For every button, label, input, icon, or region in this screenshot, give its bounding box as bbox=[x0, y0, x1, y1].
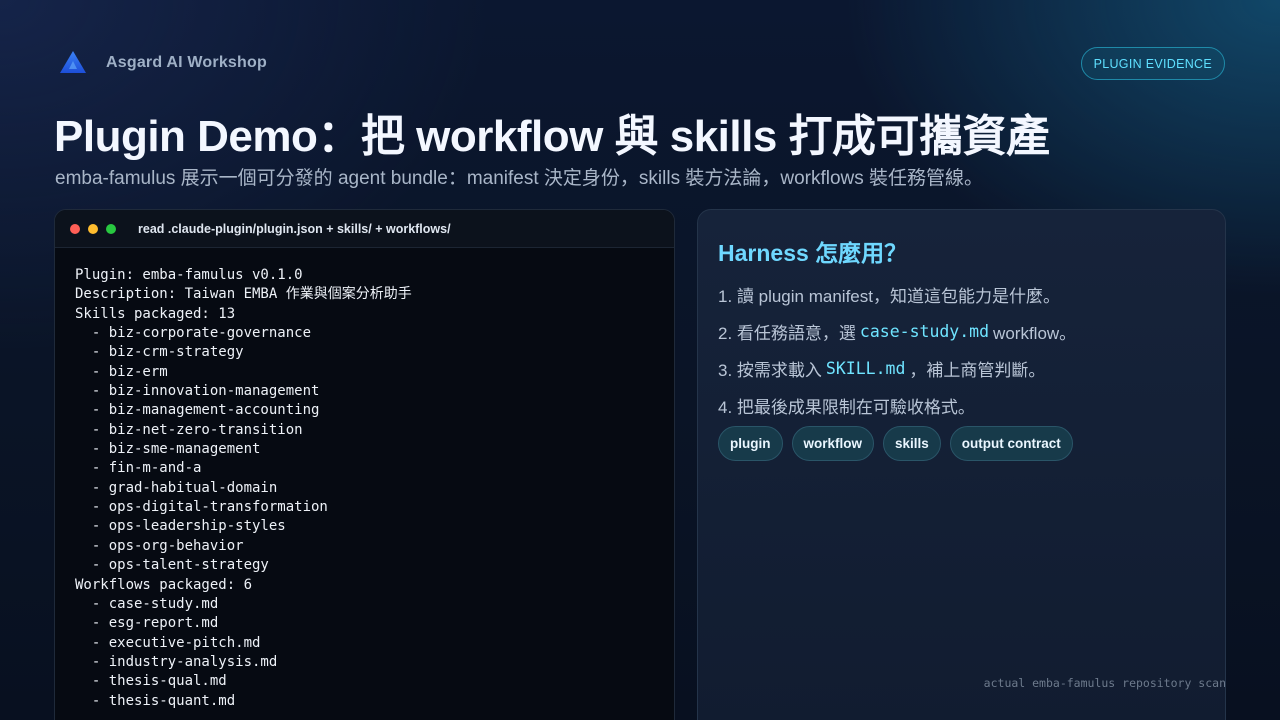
terminal-line: - executive-pitch.md bbox=[75, 634, 261, 651]
terminal-line: - biz-sme-management bbox=[75, 441, 261, 458]
tag-list: plugin workflow skills output contract bbox=[718, 426, 1082, 461]
step-text: workflow。 bbox=[993, 324, 1077, 343]
terminal-line: - thesis-qual.md bbox=[75, 673, 227, 690]
terminal-line: - industry-analysis.md bbox=[75, 653, 278, 670]
terminal-title: read .claude-plugin/plugin.json + skills… bbox=[138, 221, 451, 236]
terminal-output: Plugin: emba-famulus v0.1.0 Description:… bbox=[55, 248, 674, 711]
close-dot-icon[interactable] bbox=[70, 223, 80, 234]
minimize-dot-icon[interactable] bbox=[88, 223, 98, 234]
terminal-line: - biz-corporate-governance bbox=[75, 325, 312, 342]
brand: Asgard AI Workshop bbox=[58, 48, 267, 78]
step-text: 4. 把最後成果限制在可驗收格式。 bbox=[718, 398, 975, 417]
terminal-line: - thesis-quant.md bbox=[75, 692, 236, 709]
tag-plugin: plugin bbox=[718, 426, 783, 461]
harness-usage-panel: Harness 怎麼用？ 1. 讀 plugin manifest，知道這包能力… bbox=[697, 209, 1226, 720]
terminal-window: read .claude-plugin/plugin.json + skills… bbox=[54, 209, 675, 720]
step-item: 2. 看任務語意，選 case-study.md workflow。 bbox=[718, 313, 1218, 350]
plugin-evidence-badge: PLUGIN EVIDENCE bbox=[1080, 47, 1225, 80]
terminal-title-bar: read .claude-plugin/plugin.json + skills… bbox=[55, 210, 674, 248]
step-item: 4. 把最後成果限制在可驗收格式。 bbox=[718, 387, 1218, 424]
brand-name: Asgard AI Workshop bbox=[106, 54, 267, 71]
terminal-line: - esg-report.md bbox=[75, 615, 219, 632]
tag-skills: skills bbox=[883, 426, 941, 461]
step-text: 3. 按需求載入 bbox=[718, 361, 822, 380]
terminal-line: Plugin: emba-famulus v0.1.0 bbox=[75, 267, 303, 283]
tag-output-contract: output contract bbox=[949, 426, 1073, 461]
terminal-line: - ops-org-behavior bbox=[75, 537, 244, 554]
terminal-line: - biz-innovation-management bbox=[75, 383, 320, 400]
terminal-line: - ops-leadership-styles bbox=[75, 518, 286, 535]
steps-list: 1. 讀 plugin manifest，知道這包能力是什麼。 2. 看任務語意… bbox=[718, 276, 1218, 424]
page-title: Plugin Demo：把 workflow 與 skills 打成可攜資產 bbox=[54, 112, 1050, 161]
triangle-logo-icon bbox=[60, 51, 86, 73]
terminal-line: - biz-crm-strategy bbox=[75, 344, 244, 361]
terminal-line: - biz-management-accounting bbox=[75, 402, 320, 419]
panel-title: Harness 怎麼用？ bbox=[718, 240, 908, 266]
step-text: 2. 看任務語意，選 bbox=[718, 324, 856, 343]
terminal-line: - case-study.md bbox=[75, 595, 219, 612]
step-code: SKILL.md bbox=[825, 359, 906, 378]
terminal-line: - biz-erm bbox=[75, 363, 168, 380]
terminal-line: - ops-talent-strategy bbox=[75, 557, 269, 574]
source-footnote: actual emba-famulus repository scan bbox=[983, 676, 1226, 690]
terminal-line: Workflows packaged: 6 bbox=[75, 576, 253, 593]
page-subtitle: emba-famulus 展示一個可分發的 agent bundle：manif… bbox=[55, 168, 984, 189]
terminal-line: - grad-habitual-domain bbox=[75, 479, 278, 496]
terminal-line: - ops-digital-transformation bbox=[75, 499, 328, 516]
tag-workflow: workflow bbox=[791, 426, 875, 461]
step-item: 1. 讀 plugin manifest，知道這包能力是什麼。 bbox=[718, 276, 1218, 313]
maximize-dot-icon[interactable] bbox=[106, 223, 116, 234]
terminal-line: Description: Taiwan EMBA 作業與個案分析助手 bbox=[75, 286, 412, 303]
step-code: case-study.md bbox=[859, 322, 990, 341]
step-item: 3. 按需求載入 SKILL.md ，補上商管判斷。 bbox=[718, 350, 1218, 387]
terminal-line: Skills packaged: 13 bbox=[75, 305, 236, 322]
step-text: ，補上商管判斷。 bbox=[909, 361, 1046, 380]
terminal-line: - biz-net-zero-transition bbox=[75, 421, 303, 438]
step-text: 1. 讀 plugin manifest，知道這包能力是什麼。 bbox=[718, 287, 1060, 306]
terminal-line: - fin-m-and-a bbox=[75, 460, 202, 477]
